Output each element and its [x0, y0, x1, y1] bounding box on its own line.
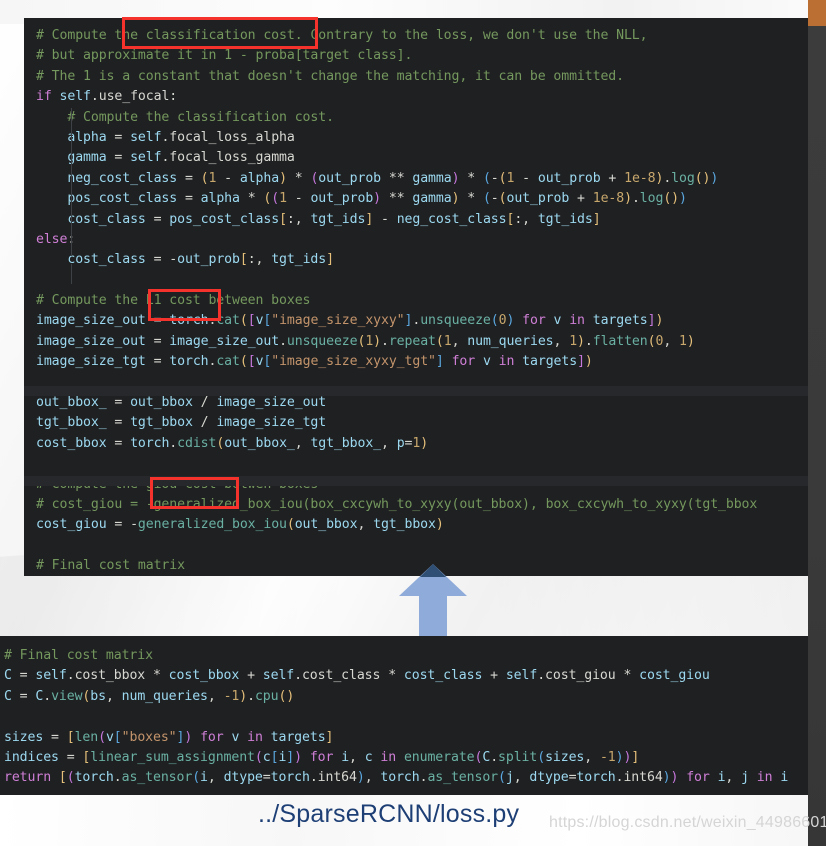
indent-guide-1 [71, 108, 72, 256]
code-line: out_bbox_ = out_bbox / image_size_out [36, 395, 327, 411]
code-line: image_size_out = torch.cat([v["image_siz… [36, 313, 664, 329]
code-line: else: [36, 231, 75, 247]
code-line: return [(torch.as_tensor(i, dtype=torch.… [4, 770, 789, 786]
code-line: cost_class = -out_prob[:, tgt_ids] [36, 252, 334, 268]
code-line: gamma = self.focal_loss_gamma [67, 150, 295, 166]
flow-arrow-up-icon [399, 564, 467, 636]
scrollbar-thumb[interactable] [808, 0, 826, 26]
code-line: # but approximate it in 1 - proba[target… [36, 48, 413, 64]
code-line: C = C.view(bs, num_queries, -1).cpu() [4, 688, 295, 704]
code-line: cost_giou = -generalized_box_iou(out_bbo… [36, 517, 444, 533]
code-line: neg_cost_class = (1 - alpha) * (out_prob… [36, 170, 719, 186]
code-line: # Final cost matrix [4, 648, 153, 663]
code-panel-bottom[interactable]: # Final cost matrix C = self.cost_bbox *… [0, 636, 808, 795]
code-line: # Compute the classification cost. Contr… [36, 28, 648, 43]
code-panel-top[interactable]: # Compute the classification cost. Contr… [24, 18, 808, 576]
panel-band-separator-2 [24, 476, 808, 486]
code-line: image_size_tgt = torch.cat([v["image_siz… [36, 354, 593, 370]
code-line: cost_bbox = torch.cdist(out_bbox_, tgt_b… [36, 435, 429, 451]
code-line: cost_class = pos_cost_class[:, tgt_ids] … [36, 211, 601, 227]
code-line: # The 1 is a constant that doesn't chang… [36, 68, 624, 84]
code-line: indices = [linear_sum_assignment(c[i]) f… [4, 749, 640, 765]
code-line: # Compute the L1 cost between boxes [36, 293, 311, 309]
csdn-watermark: https://blog.csdn.net/weixin_44986601 [549, 814, 826, 831]
arrow-shaft [419, 595, 447, 636]
code-line: # Compute the classification cost. [67, 109, 334, 125]
code-line: if self.use_focal: [36, 89, 178, 105]
indent-guide-2 [71, 264, 72, 284]
arrow-head-highlight [420, 564, 446, 577]
code-line: pos_cost_class = alpha * ((1 - out_prob)… [36, 191, 687, 207]
file-path-caption: ../SparseRCNN/loss.py [258, 800, 520, 828]
code-line: image_size_out = image_size_out.unsqueez… [36, 333, 695, 349]
panel-band-separator-1 [24, 386, 808, 396]
code-line: tgt_bbox_ = tgt_bbox / image_size_tgt [36, 415, 327, 431]
code-line: sizes = [len(v["boxes"]) for v in target… [4, 729, 334, 745]
vertical-scrollbar[interactable] [808, 0, 826, 846]
code-line: # cost_giou = -generalized_box_iou(box_c… [36, 496, 758, 512]
code-line: alpha = self.focal_loss_alpha [67, 129, 295, 145]
code-line: C = self.cost_bbox * cost_bbox + self.co… [4, 668, 710, 684]
